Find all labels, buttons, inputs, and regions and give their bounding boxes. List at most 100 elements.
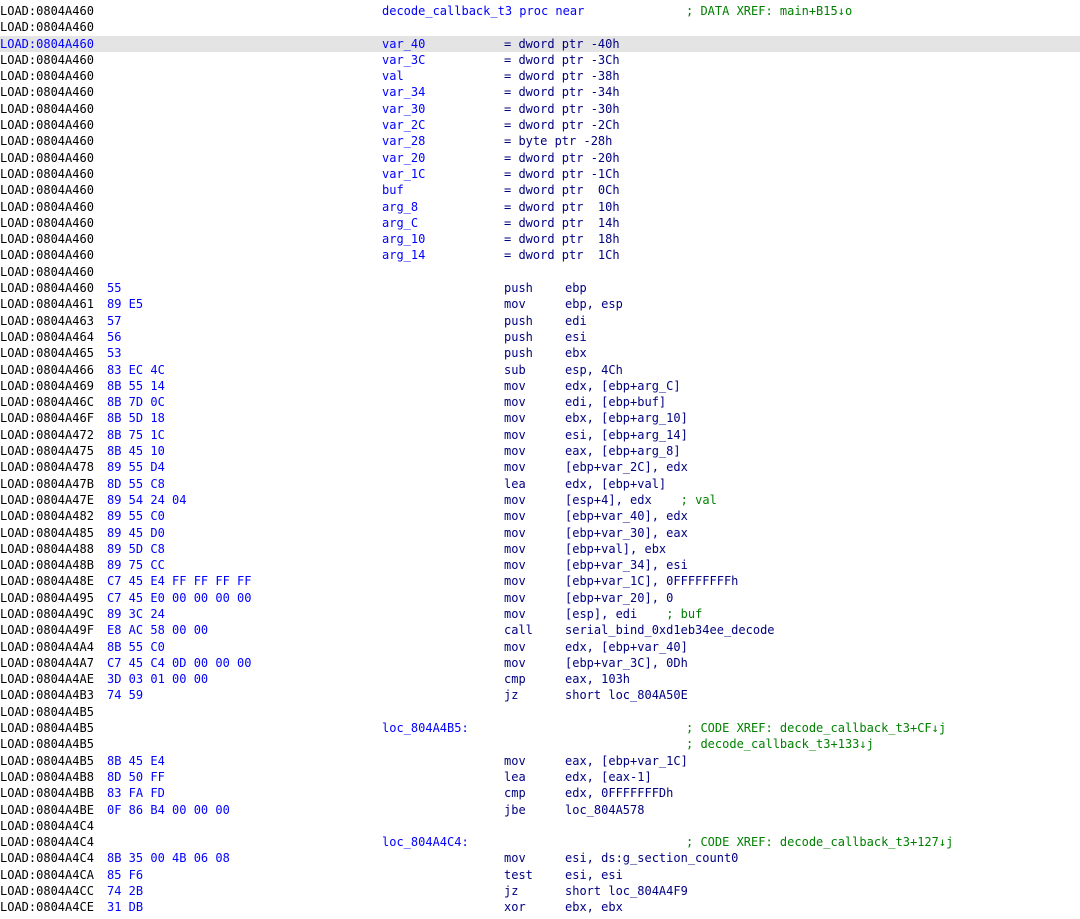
instruction-operands[interactable]: [ebp+var_2C], edx (565, 459, 688, 475)
listing-line[interactable]: LOAD:0804A48E C7 45 E4 FF FF FF FF mov [ebp… (0, 573, 1080, 589)
line-address[interactable]: LOAD:0804A4CE (0, 899, 94, 915)
line-address[interactable]: LOAD:0804A466 (0, 362, 94, 378)
line-address[interactable]: LOAD:0804A485 (0, 525, 94, 541)
line-label[interactable]: var_2C (382, 117, 425, 133)
instruction-operands[interactable]: [ebp+var_3C], 0Dh (565, 655, 688, 671)
line-address[interactable]: LOAD:0804A4B8 (0, 769, 94, 785)
listing-line[interactable]: LOAD:0804A4CA 85 F6 test esi, esi (0, 867, 1080, 883)
line-address[interactable]: LOAD:0804A4B5 (0, 753, 94, 769)
line-address[interactable]: LOAD:0804A460 (0, 117, 94, 133)
line-address[interactable]: LOAD:0804A4C4 (0, 834, 94, 850)
line-address[interactable]: LOAD:0804A460 (0, 52, 94, 68)
listing-line[interactable]: LOAD:0804A465 53 push ebx (0, 345, 1080, 361)
line-address[interactable]: LOAD:0804A460 (0, 101, 94, 117)
line-label[interactable]: arg_C (382, 215, 418, 231)
line-label[interactable]: loc_804A4B5: (382, 720, 469, 736)
instruction-operands[interactable]: ebp (565, 280, 587, 296)
line-address[interactable]: LOAD:0804A460 (0, 36, 94, 52)
line-label[interactable]: loc_804A4C4: (382, 834, 469, 850)
listing-line[interactable]: LOAD:0804A4B3 74 59 jz short loc_804A50E (0, 687, 1080, 703)
instruction-operands[interactable]: loc_804A578 (565, 802, 644, 818)
listing-line[interactable]: LOAD:0804A4AE 3D 03 01 00 00 cmp eax, 103h (0, 671, 1080, 687)
instruction-operands[interactable]: ebx (565, 345, 587, 361)
listing-line[interactable]: LOAD:0804A4B5 8B 45 E4 mov eax, [ebp+var_1C… (0, 753, 1080, 769)
listing-line[interactable]: LOAD:0804A460 var_34 = dword ptr -34h (0, 84, 1080, 100)
line-address[interactable]: LOAD:0804A47B (0, 476, 94, 492)
listing-line[interactable]: LOAD:0804A460 var_20 = dword ptr -20h (0, 150, 1080, 166)
line-address[interactable]: LOAD:0804A48E (0, 573, 94, 589)
line-address[interactable]: LOAD:0804A460 (0, 215, 94, 231)
listing-line[interactable]: LOAD:0804A4A4 8B 55 C0 mov edx, [ebp+var_40… (0, 639, 1080, 655)
line-label[interactable]: var_20 (382, 150, 425, 166)
listing-line[interactable]: LOAD:0804A4C4 loc_804A4C4: ; CODE XREF: de… (0, 834, 1080, 850)
disassembly-listing[interactable]: LOAD:0804A460 decode_callback_t3 proc nea… (0, 3, 1080, 916)
listing-line[interactable]: LOAD:0804A469 8B 55 14 mov edx, [ebp+arg_C] (0, 378, 1080, 394)
instruction-operands[interactable]: [esp], edi (565, 606, 637, 622)
listing-line[interactable]: LOAD:0804A4C4 8B 35 00 4B 06 08 mov esi, ds… (0, 850, 1080, 866)
listing-line[interactable]: LOAD:0804A460 arg_14 = dword ptr 1Ch (0, 247, 1080, 263)
listing-line[interactable]: LOAD:0804A482 89 55 C0 mov [ebp+var_40], ed… (0, 508, 1080, 524)
listing-line[interactable]: LOAD:0804A4B5 loc_804A4B5: ; CODE XREF: de… (0, 720, 1080, 736)
line-label[interactable]: var_28 (382, 133, 425, 149)
line-address[interactable]: LOAD:0804A461 (0, 296, 94, 312)
line-address[interactable]: LOAD:0804A460 (0, 280, 94, 296)
listing-line[interactable]: LOAD:0804A460 arg_10 = dword ptr 18h (0, 231, 1080, 247)
instruction-operands[interactable]: [ebp+var_1C], 0FFFFFFFFh (565, 573, 738, 589)
instruction-operands[interactable]: ebx, ebx (565, 899, 623, 915)
line-address[interactable]: LOAD:0804A464 (0, 329, 94, 345)
line-address[interactable]: LOAD:0804A465 (0, 345, 94, 361)
line-address[interactable]: LOAD:0804A460 (0, 247, 94, 263)
instruction-operands[interactable]: edx, [ebp+val] (565, 476, 666, 492)
line-label[interactable]: var_30 (382, 101, 425, 117)
listing-line[interactable]: LOAD:0804A463 57 push edi (0, 313, 1080, 329)
listing-line[interactable]: LOAD:0804A460 var_28 = byte ptr -28h (0, 133, 1080, 149)
listing-line[interactable]: LOAD:0804A47E 89 54 24 04 mov [esp+4], edx;… (0, 492, 1080, 508)
instruction-operands[interactable]: [ebp+var_40], edx (565, 508, 688, 524)
line-address[interactable]: LOAD:0804A47E (0, 492, 94, 508)
instruction-operands[interactable]: [ebp+val], ebx (565, 541, 666, 557)
listing-line[interactable]: LOAD:0804A48B 89 75 CC mov [ebp+var_34], es… (0, 557, 1080, 573)
line-address[interactable]: LOAD:0804A4BB (0, 785, 94, 801)
listing-line[interactable]: LOAD:0804A49C 89 3C 24 mov [esp], edi ; buf (0, 606, 1080, 622)
line-address[interactable]: LOAD:0804A460 (0, 182, 94, 198)
instruction-operands[interactable]: edx, [eax-1] (565, 769, 652, 785)
instruction-operands[interactable]: [esp+4], edx (565, 492, 652, 508)
listing-line[interactable]: LOAD:0804A4A7 C7 45 C4 0D 00 00 00 mov [ebp… (0, 655, 1080, 671)
listing-line[interactable]: LOAD:0804A460 arg_8 = dword ptr 10h (0, 199, 1080, 215)
line-address[interactable]: LOAD:0804A482 (0, 508, 94, 524)
line-address[interactable]: LOAD:0804A4B5 (0, 736, 94, 752)
instruction-operands[interactable]: ebx, [ebp+arg_10] (565, 410, 688, 426)
listing-line[interactable]: LOAD:0804A4B5 ; decode_callback_t3+133↓j (0, 736, 1080, 752)
listing-line[interactable]: LOAD:0804A4B8 8D 50 FF lea edx, [eax-1] (0, 769, 1080, 785)
listing-line[interactable]: LOAD:0804A460 arg_C = dword ptr 14h (0, 215, 1080, 231)
line-address[interactable]: LOAD:0804A4B3 (0, 687, 94, 703)
listing-line[interactable]: LOAD:0804A49F E8 AC 58 00 00 call serial_bi… (0, 622, 1080, 638)
line-address[interactable]: LOAD:0804A4B5 (0, 704, 94, 720)
instruction-operands[interactable]: eax, [ebp+arg_8] (565, 443, 681, 459)
line-address[interactable]: LOAD:0804A4AE (0, 671, 94, 687)
line-address[interactable]: LOAD:0804A4C4 (0, 818, 94, 834)
line-address[interactable]: LOAD:0804A49F (0, 622, 94, 638)
instruction-operands[interactable]: short loc_804A50E (565, 687, 688, 703)
line-address[interactable]: LOAD:0804A478 (0, 459, 94, 475)
line-address[interactable]: LOAD:0804A460 (0, 19, 94, 35)
instruction-operands[interactable]: eax, 103h (565, 671, 630, 687)
instruction-operands[interactable]: [ebp+var_20], 0 (565, 590, 673, 606)
listing-line[interactable]: LOAD:0804A460 decode_callback_t3 proc nea… (0, 3, 1080, 19)
listing-line[interactable]: LOAD:0804A461 89 E5 mov ebp, esp (0, 296, 1080, 312)
listing-line[interactable]: LOAD:0804A47B 8D 55 C8 lea edx, [ebp+val] (0, 476, 1080, 492)
listing-line[interactable]: LOAD:0804A485 89 45 D0 mov [ebp+var_30], ea… (0, 525, 1080, 541)
listing-line[interactable]: LOAD:0804A4CC 74 2B jz short loc_804A4F9 (0, 883, 1080, 899)
line-label[interactable]: var_3C (382, 52, 425, 68)
listing-line[interactable]: LOAD:0804A46C 8B 7D 0C mov edi, [ebp+buf] (0, 394, 1080, 410)
instruction-operands[interactable]: edx, 0FFFFFFFDh (565, 785, 673, 801)
line-address[interactable]: LOAD:0804A460 (0, 84, 94, 100)
line-address[interactable]: LOAD:0804A4C4 (0, 850, 94, 866)
line-address[interactable]: LOAD:0804A4CA (0, 867, 94, 883)
listing-line[interactable]: LOAD:0804A460 (0, 264, 1080, 280)
line-address[interactable]: LOAD:0804A460 (0, 68, 94, 84)
instruction-operands[interactable]: ebp, esp (565, 296, 623, 312)
instruction-operands[interactable]: edx, [ebp+arg_C] (565, 378, 681, 394)
line-address[interactable]: LOAD:0804A460 (0, 166, 94, 182)
listing-line[interactable]: LOAD:0804A460 var_1C = dword ptr -1Ch (0, 166, 1080, 182)
